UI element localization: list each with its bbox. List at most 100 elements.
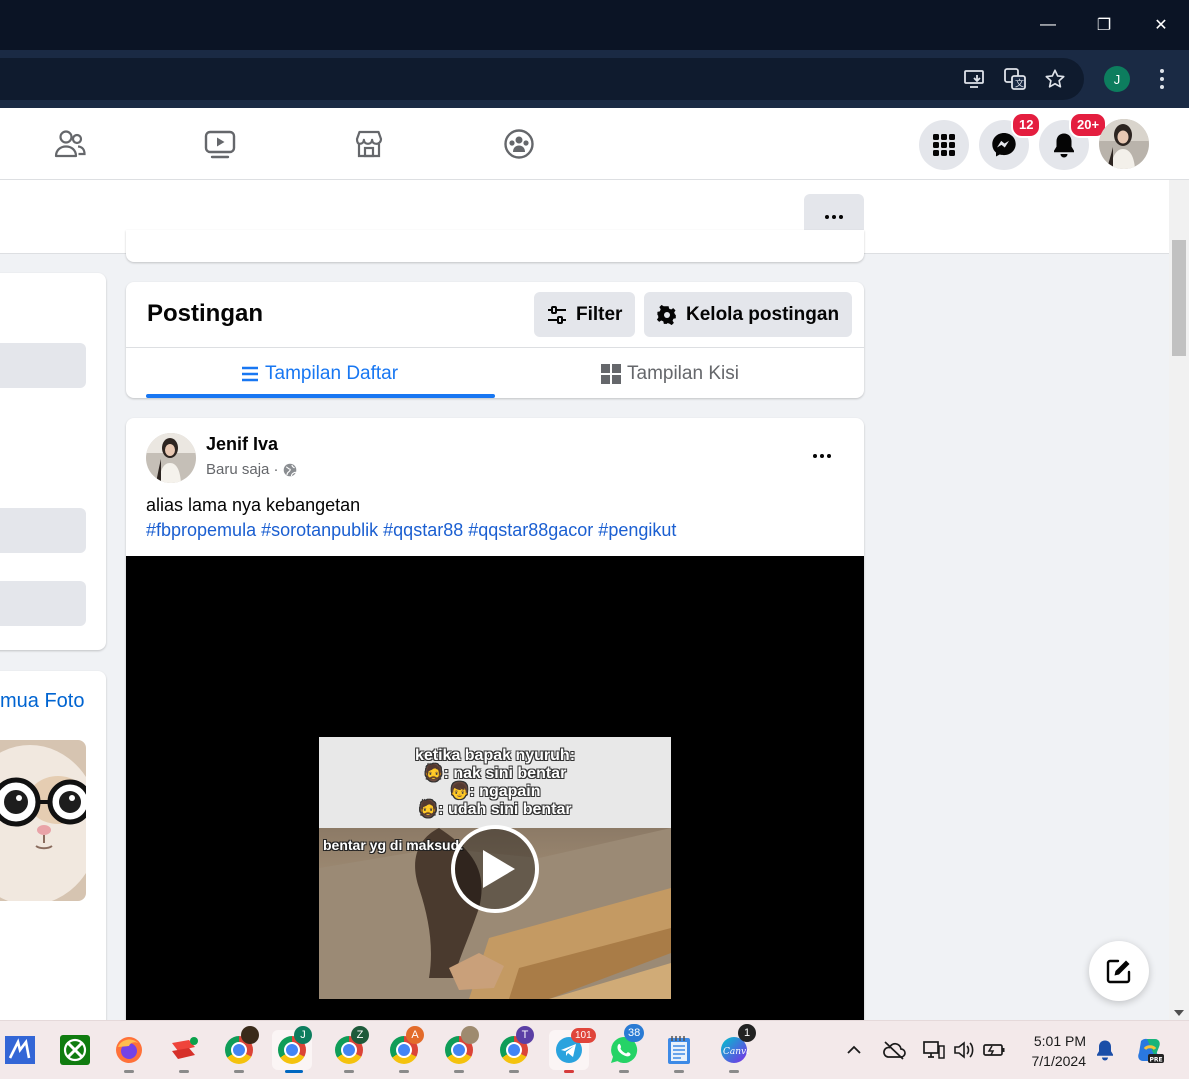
- tray-copilot-icon[interactable]: PRE: [1130, 1030, 1170, 1070]
- taskbar-chrome-profile-z[interactable]: Z: [329, 1026, 369, 1070]
- messenger-icon: [992, 133, 1016, 157]
- clock-date: 7/1/2024: [1031, 1053, 1087, 1069]
- play-button[interactable]: [451, 825, 539, 913]
- tab-list-view-label: Tampilan Daftar: [265, 363, 399, 384]
- taskbar-chrome-profile-j[interactable]: J: [272, 1026, 312, 1070]
- whatsapp-badge: 38: [624, 1024, 645, 1042]
- taskbar-running-indicator: [234, 1070, 244, 1073]
- taskbar-running-indicator: [729, 1070, 739, 1073]
- taskbar-chrome-profile-person[interactable]: [439, 1026, 479, 1070]
- intro-button-1[interactable]: [0, 343, 86, 388]
- taskbar-running-indicator: [399, 1070, 409, 1073]
- scrollbar-thumb[interactable]: [1172, 240, 1186, 356]
- minimize-button[interactable]: —: [1020, 0, 1076, 50]
- messenger-badge: 12: [1011, 112, 1042, 138]
- intro-button-3[interactable]: [0, 581, 86, 626]
- overlay-line: 🧔: nak sini bentar: [423, 764, 567, 782]
- tabs-divider: [126, 347, 864, 348]
- watch-tab-icon[interactable]: [200, 124, 240, 164]
- play-icon: [483, 850, 515, 888]
- taskbar-canva-icon[interactable]: Canva 1: [714, 1024, 756, 1070]
- list-icon: [242, 366, 258, 382]
- taskbar-running-indicator: [674, 1070, 684, 1073]
- previous-card: [126, 230, 864, 262]
- friends-tab-icon[interactable]: [50, 124, 90, 164]
- menu-grid-icon: [933, 134, 955, 156]
- browser-menu-button[interactable]: [1152, 66, 1172, 92]
- taskbar-running-indicator: [344, 1070, 354, 1073]
- overlay-line: 🧔: udah sini bentar: [418, 800, 572, 818]
- taskbar-running-indicator: [564, 1070, 574, 1073]
- address-bar[interactable]: [0, 58, 1084, 100]
- taskbar-running-indicator: [619, 1070, 629, 1073]
- tray-chevron-up-icon[interactable]: [834, 1030, 874, 1070]
- tab-grid-view-label: Tampilan Kisi: [627, 363, 739, 384]
- post-meta: Baru saja ·: [206, 461, 297, 478]
- tray-onedrive-offline-icon[interactable]: [874, 1030, 914, 1070]
- menu-grid-button[interactable]: [919, 120, 969, 170]
- active-tab-indicator: [146, 394, 495, 398]
- bell-icon: [1054, 133, 1074, 158]
- tab-list-view[interactable]: Tampilan Daftar: [241, 360, 398, 388]
- taskbar-running-indicator: [124, 1070, 134, 1073]
- taskbar-xbox-icon[interactable]: [55, 1030, 95, 1070]
- svg-text:文: 文: [1015, 78, 1024, 90]
- overlay-line: ketika bapak nyuruh:: [414, 746, 576, 764]
- taskbar-active-indicator: [285, 1070, 303, 1073]
- taskbar-chrome-profile-t[interactable]: T: [494, 1026, 534, 1070]
- bookmark-star-icon[interactable]: [1043, 67, 1067, 91]
- groups-tab-icon[interactable]: [499, 124, 539, 164]
- canva-badge: 1: [738, 1024, 756, 1042]
- profile-photo-badge: [241, 1026, 259, 1044]
- profile-badge-j: J: [294, 1026, 312, 1044]
- profile-badge-t: T: [516, 1026, 534, 1044]
- post-author-avatar[interactable]: [146, 433, 196, 483]
- post-hashtags[interactable]: #fbpropemula #sorotanpublik #qqstar88 #q…: [146, 518, 676, 543]
- post-author-name[interactable]: Jenif Iva: [206, 434, 278, 455]
- compose-icon: [1106, 959, 1131, 984]
- tray-clock[interactable]: 5:01 PM 7/1/2024: [1020, 1031, 1087, 1071]
- manage-posts-button[interactable]: Kelola postingan: [644, 292, 853, 337]
- see-all-photos-link[interactable]: mua Foto: [0, 690, 84, 713]
- post-timestamp[interactable]: Baru saja ·: [206, 461, 279, 478]
- install-app-icon[interactable]: [963, 67, 987, 91]
- taskbar-anydesk-icon[interactable]: [164, 1030, 204, 1070]
- tab-grid-view[interactable]: Tampilan Kisi: [601, 360, 739, 388]
- taskbar-chrome-profile-a[interactable]: A: [384, 1026, 424, 1070]
- taskbar-firefox-icon[interactable]: [109, 1030, 149, 1070]
- grid-icon: [601, 364, 621, 384]
- taskbar-running-indicator: [179, 1070, 189, 1073]
- post-options-button[interactable]: [805, 440, 839, 472]
- video-caption: bentar yg di maksud:: [323, 837, 464, 853]
- profile-avatar-button[interactable]: J: [1104, 66, 1130, 92]
- taskbar-notepad-icon[interactable]: [659, 1030, 699, 1070]
- filter-label: Filter: [576, 303, 623, 325]
- tray-battery-icon[interactable]: [974, 1030, 1014, 1070]
- translate-icon[interactable]: 文: [1003, 67, 1027, 91]
- photo-thumbnail[interactable]: [0, 740, 86, 901]
- taskbar-whatsapp-icon[interactable]: 38: [604, 1024, 645, 1070]
- person-icon: [461, 1026, 479, 1044]
- window-titlebar: [0, 0, 1189, 50]
- manage-posts-label: Kelola postingan: [686, 303, 840, 325]
- marketplace-tab-icon[interactable]: [349, 124, 389, 164]
- account-avatar[interactable]: [1099, 119, 1149, 169]
- taskbar-telegram-icon[interactable]: 101: [549, 1028, 596, 1070]
- post-text: alias lama nya kebangetan: [146, 495, 361, 515]
- video-overlay-text: ketika bapak nyuruh: 🧔: nak sini bentar …: [319, 737, 671, 828]
- tray-notification-bell-icon[interactable]: [1088, 1030, 1122, 1070]
- new-message-button[interactable]: [1089, 941, 1149, 1001]
- clock-time: 5:01 PM: [1033, 1033, 1086, 1049]
- taskbar-running-indicator: [454, 1070, 464, 1073]
- taskbar-chrome-profile-1[interactable]: [219, 1026, 259, 1070]
- posts-title: Postingan: [147, 300, 264, 327]
- filter-button[interactable]: Filter: [534, 292, 636, 337]
- profile-badge-z: Z: [351, 1026, 369, 1044]
- taskbar-app-editor-icon[interactable]: [0, 1030, 40, 1070]
- scroll-down-arrow-icon[interactable]: [1174, 1010, 1184, 1016]
- close-window-button[interactable]: ✕: [1133, 0, 1189, 50]
- page-scrollbar[interactable]: [1169, 180, 1189, 1020]
- intro-button-2[interactable]: [0, 508, 86, 553]
- svg-text:Canva: Canva: [723, 1047, 749, 1057]
- maximize-button[interactable]: ❐: [1076, 0, 1132, 50]
